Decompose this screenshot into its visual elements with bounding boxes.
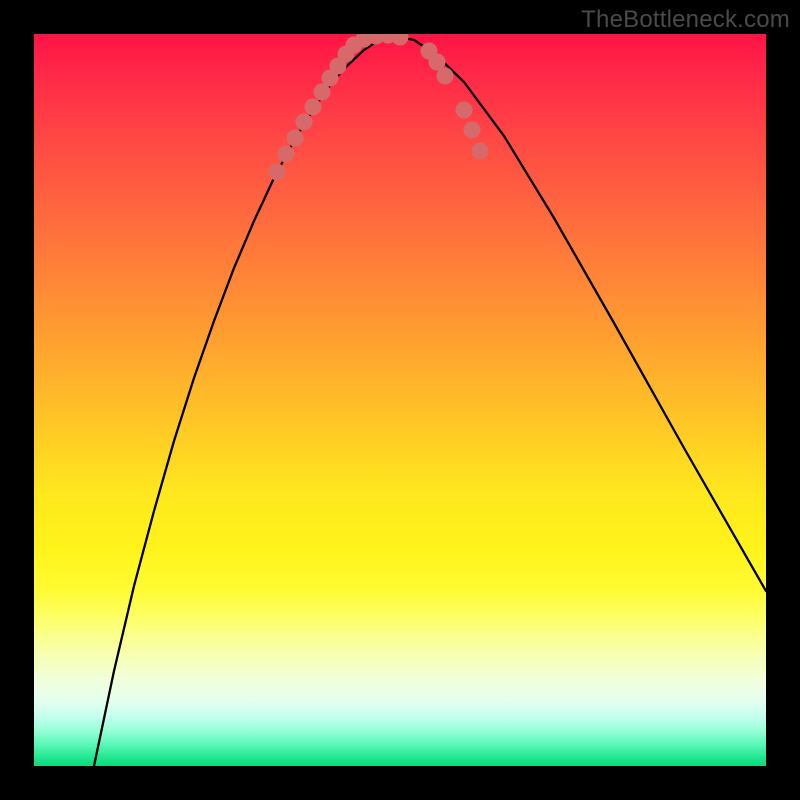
curve-marker — [437, 68, 454, 85]
curve-marker — [472, 143, 489, 160]
curve-marker — [456, 102, 473, 119]
plot-area — [34, 34, 766, 766]
curve-marker — [296, 114, 313, 131]
bottleneck-curve — [94, 36, 766, 766]
chart-svg — [34, 34, 766, 766]
curve-marker — [392, 34, 409, 46]
curve-marker — [287, 130, 304, 147]
outer-frame: TheBottleneck.com — [0, 0, 800, 800]
watermark-text: TheBottleneck.com — [581, 6, 790, 34]
curve-marker — [305, 99, 322, 116]
curve-marker — [269, 164, 286, 181]
curve-markers — [269, 34, 489, 181]
curve-marker — [464, 122, 481, 139]
curve-marker — [278, 146, 295, 163]
